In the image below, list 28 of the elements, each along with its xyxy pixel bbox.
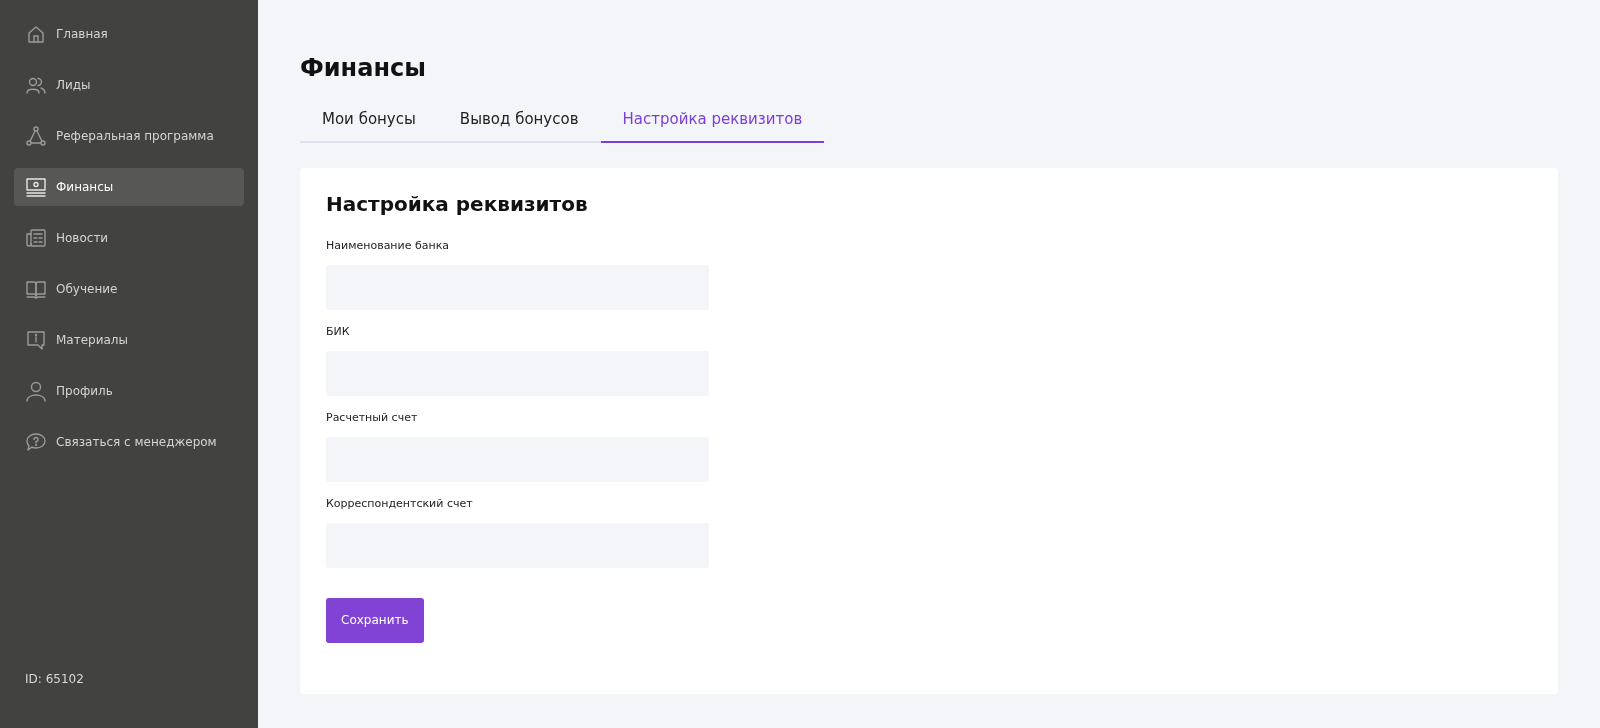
banknote-icon <box>25 176 47 198</box>
tab[interactable]: Мои бонусы <box>300 104 438 143</box>
sidebar-item[interactable]: Главная <box>14 15 244 53</box>
page-title: Финансы <box>300 53 427 84</box>
field-label: БИК <box>326 323 351 340</box>
sidebar-item[interactable]: Финансы <box>14 168 244 206</box>
sidebar-item[interactable]: Лиды <box>14 66 244 104</box>
tab[interactable]: Настройка реквизитов <box>600 104 825 143</box>
form-title: Настройка реквизитов <box>326 190 589 218</box>
field-label: Наименование банка <box>326 237 451 254</box>
save-button[interactable]: Сохранить <box>326 597 424 643</box>
sidebar-item[interactable]: Связаться с менеджером <box>14 423 244 461</box>
sidebar-item[interactable]: Материалы <box>14 321 244 359</box>
question-bubble-icon <box>25 431 47 453</box>
book-icon <box>25 278 47 300</box>
newspaper-icon <box>25 227 47 249</box>
field-label: Расчетный счет <box>326 409 419 426</box>
sidebar-item[interactable]: Профиль <box>14 372 244 410</box>
user-id: ID: 65102 <box>24 671 85 688</box>
sidebar-item[interactable]: Реферальная программа <box>14 117 244 155</box>
field-label: Корреспондентский счет <box>326 495 474 512</box>
sidebar-item[interactable]: Новости <box>14 219 244 257</box>
home-icon <box>25 23 47 45</box>
sidebar-item[interactable]: Обучение <box>14 270 244 308</box>
user-icon <box>25 380 47 402</box>
tab[interactable]: Вывод бонусов <box>437 104 601 143</box>
info-note-icon <box>25 329 47 351</box>
triangle-nodes-icon <box>25 125 47 147</box>
